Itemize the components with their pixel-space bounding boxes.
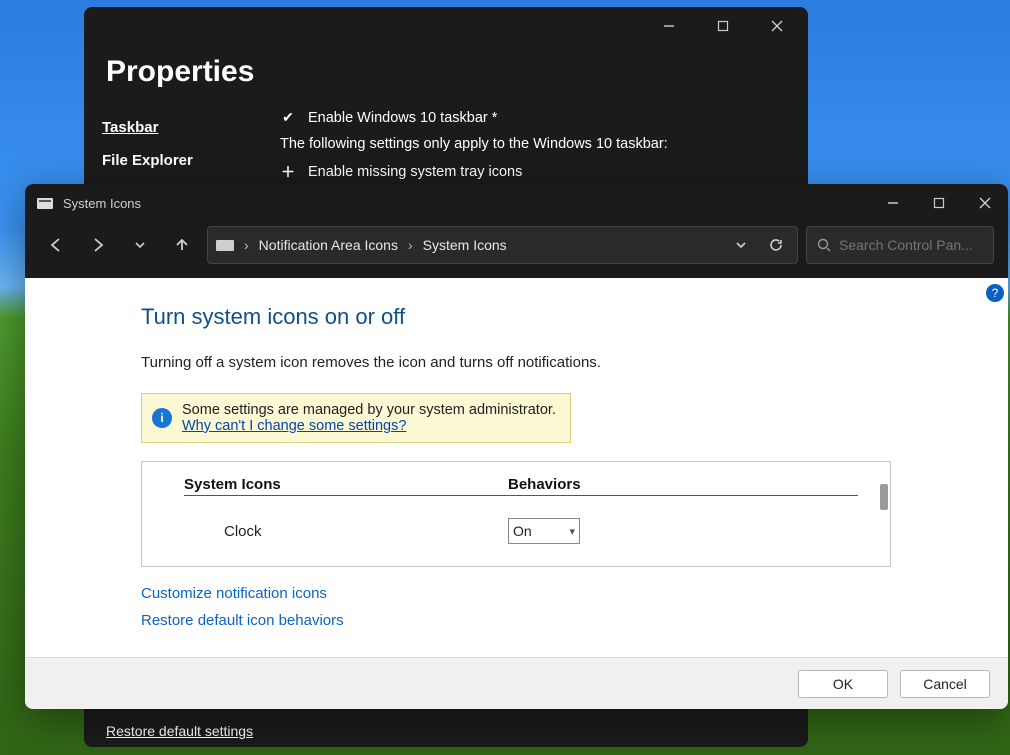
close-button[interactable] — [962, 188, 1008, 218]
chevron-right-icon: › — [408, 237, 413, 253]
window-title: System Icons — [63, 196, 141, 211]
sidebar-item-file-explorer[interactable]: File Explorer — [102, 144, 260, 177]
plus-icon: ＋ — [280, 162, 296, 182]
page-description: Turning off a system icon removes the ic… — [141, 354, 805, 371]
back-button[interactable] — [39, 228, 73, 262]
chevron-right-icon: › — [244, 237, 249, 253]
sidebar-item-taskbar[interactable]: Taskbar — [102, 111, 260, 144]
column-system-icons: System Icons — [184, 476, 508, 496]
option-label: Enable missing system tray icons — [308, 164, 522, 180]
maximize-button[interactable] — [700, 11, 746, 41]
ok-button[interactable]: OK — [798, 670, 888, 698]
list-header: System Icons Behaviors — [164, 476, 868, 496]
system-icons-titlebar: System Icons — [25, 184, 1008, 222]
minimize-button[interactable] — [646, 11, 692, 41]
option-label: Enable Windows 10 taskbar * — [308, 110, 497, 126]
scrollbar-thumb[interactable] — [880, 484, 888, 510]
minimize-button[interactable] — [870, 188, 916, 218]
properties-heading: Properties — [84, 45, 808, 105]
behavior-select-clock[interactable]: On ▾ — [508, 518, 580, 544]
close-button[interactable] — [754, 11, 800, 41]
help-icon[interactable]: ? — [986, 284, 1004, 302]
up-button[interactable] — [165, 228, 199, 262]
info-text: Some settings are managed by your system… — [182, 402, 558, 418]
page-title: Turn system icons on or off — [141, 304, 805, 330]
dialog-footer: OK Cancel — [25, 657, 1008, 709]
system-icons-window: System Icons › Notification Area Icons — [25, 184, 1008, 709]
chevron-down-icon: ▾ — [569, 525, 575, 538]
options-description: The following settings only apply to the… — [280, 136, 790, 152]
why-cant-change-link[interactable]: Why can't I change some settings? — [182, 418, 406, 434]
maximize-button[interactable] — [916, 188, 962, 218]
window-icon — [37, 198, 53, 209]
row-name: Clock — [224, 523, 508, 540]
column-behaviors: Behaviors — [508, 476, 858, 496]
restore-default-settings-link[interactable]: Restore default settings — [106, 723, 253, 739]
address-bar[interactable]: › Notification Area Icons › System Icons — [207, 226, 798, 264]
option-enable-missing-tray-icons[interactable]: ＋ Enable missing system tray icons — [280, 162, 790, 182]
search-box[interactable] — [806, 226, 994, 264]
address-dropdown-button[interactable] — [729, 239, 753, 251]
behavior-value: On — [513, 523, 532, 539]
checkmark-icon: ✔ — [280, 109, 296, 126]
forward-button[interactable] — [81, 228, 115, 262]
properties-sidebar: Taskbar File Explorer — [102, 105, 260, 192]
search-icon — [817, 238, 831, 252]
breadcrumb-notification-area[interactable]: Notification Area Icons — [259, 237, 398, 253]
option-enable-win10-taskbar[interactable]: ✔ Enable Windows 10 taskbar * — [280, 109, 790, 126]
info-icon: i — [152, 408, 172, 428]
properties-main: ✔ Enable Windows 10 taskbar * The follow… — [280, 105, 790, 192]
location-icon — [216, 240, 234, 251]
properties-body: Taskbar File Explorer ✔ Enable Windows 1… — [84, 105, 808, 192]
content-area: ? Turn system icons on or off Turning of… — [25, 278, 1008, 657]
properties-titlebar — [84, 7, 808, 45]
system-icons-list: System Icons Behaviors Clock On ▾ — [141, 461, 891, 567]
history-dropdown-button[interactable] — [123, 228, 157, 262]
breadcrumb-system-icons[interactable]: System Icons — [423, 237, 507, 253]
navigation-toolbar: › Notification Area Icons › System Icons — [25, 222, 1008, 278]
restore-default-icon-behaviors-link[interactable]: Restore default icon behaviors — [141, 612, 344, 629]
admin-info-banner: i Some settings are managed by your syst… — [141, 393, 571, 443]
refresh-button[interactable] — [763, 238, 789, 252]
customize-notification-icons-link[interactable]: Customize notification icons — [141, 585, 327, 602]
search-input[interactable] — [839, 237, 1008, 253]
list-row-clock: Clock On ▾ — [164, 518, 868, 544]
cancel-button[interactable]: Cancel — [900, 670, 990, 698]
